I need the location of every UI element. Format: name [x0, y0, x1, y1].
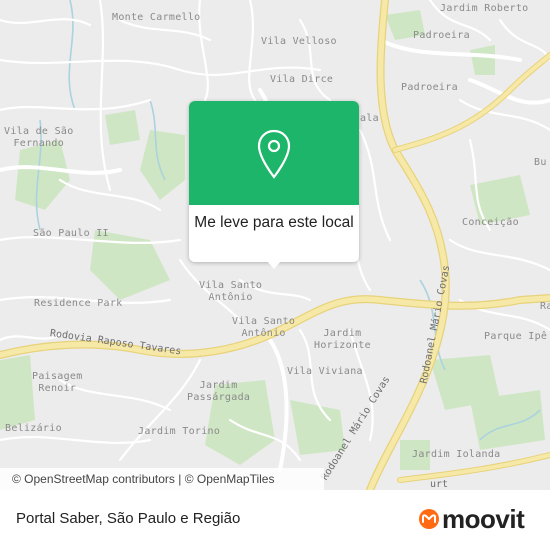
place-label: ala	[360, 113, 379, 124]
place-label: Jardim Roberto	[440, 3, 529, 14]
place-label: Ra	[540, 301, 550, 312]
place-label: Monte Carmello	[112, 12, 201, 23]
place-label: Vila Velloso	[261, 36, 337, 47]
place-label: Vila Santo Antônio	[199, 280, 263, 303]
place-label: Vila Santo Antônio	[232, 316, 296, 339]
place-label: Paisagem Renoir	[32, 371, 83, 394]
place-label: Padroeira	[401, 82, 458, 93]
map-attribution[interactable]: © OpenStreetMap contributors | © OpenMap…	[0, 468, 324, 490]
place-label: Jardim Horizonte	[314, 328, 371, 351]
place-label: Vila Viviana	[287, 366, 363, 377]
place-label: São Paulo II	[33, 228, 109, 239]
popup-pointer	[267, 261, 281, 269]
location-title: Portal Saber, São Paulo e Região	[16, 510, 241, 527]
location-pin-icon	[257, 129, 291, 179]
moovit-logo: moovit	[418, 503, 525, 534]
place-label: Vila Dirce	[270, 74, 334, 85]
take-me-there-button[interactable]: Me leve para este local	[189, 211, 359, 234]
place-label: Jardim Iolanda	[412, 449, 501, 460]
place-label: Belizário	[5, 423, 62, 434]
place-label: Bu	[534, 157, 547, 168]
moovit-logo-text: moovit	[442, 503, 525, 534]
take-me-there-popup[interactable]: Me leve para este local	[189, 101, 359, 269]
place-label: Conceição	[462, 217, 519, 228]
place-label: Jardim Passárgada	[187, 380, 251, 403]
place-label: Padroeira	[413, 30, 470, 41]
moovit-logo-icon	[419, 509, 439, 529]
place-label: Residence Park	[34, 298, 123, 309]
road-label: urt	[430, 479, 449, 490]
place-label: Jardim Torino	[138, 426, 221, 437]
place-label: Parque Ipê	[484, 331, 548, 342]
place-label: Vila de São Fernando	[4, 126, 74, 149]
